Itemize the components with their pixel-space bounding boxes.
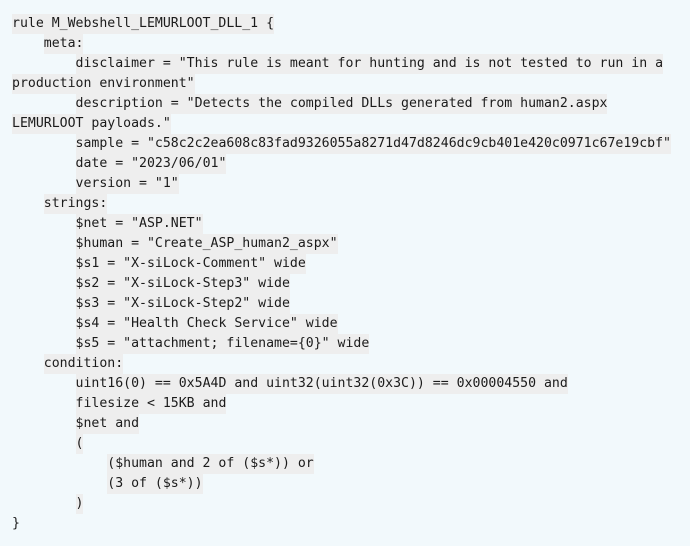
line-string-s4: $s4 = "Health Check Service" wide <box>0 314 690 334</box>
line-string-net: $net = "ASP.NET" <box>0 214 690 234</box>
line-condition-filesize: filesize < 15KB and <box>0 394 690 414</box>
line-condition-paren-close: ) <box>0 494 690 514</box>
line-string-s3: $s3 = "X-siLock-Step2" wide <box>0 294 690 314</box>
code-text: $s3 = "X-siLock-Step2" wide <box>75 294 290 314</box>
code-text: ( <box>75 434 84 454</box>
code-text: strings: <box>43 194 108 214</box>
code-text: ($human and 2 of ($s*)) or <box>107 454 314 474</box>
line-condition-magic: uint16(0) == 0x5A4D and uint32(uint32(0x… <box>0 374 690 394</box>
code-text: production environment" <box>12 74 195 94</box>
code-text: $s5 = "attachment; filename={0}" wide <box>75 334 370 354</box>
code-text: $s4 = "Health Check Service" wide <box>75 314 338 334</box>
line-meta-disclaimer-cont: production environment" <box>0 74 690 94</box>
code-text: $net and <box>75 414 140 434</box>
line-meta-description: description = "Detects the compiled DLLs… <box>0 94 690 114</box>
line-string-human: $human = "Create_ASP_human2_aspx" <box>0 234 690 254</box>
line-string-s5: $s5 = "attachment; filename={0}" wide <box>0 334 690 354</box>
code-text: $human = "Create_ASP_human2_aspx" <box>75 234 338 254</box>
code-text: date = "2023/06/01" <box>75 154 227 174</box>
line-meta-sample: sample = "c58c2c2ea608c83fad9326055a8271… <box>0 134 690 154</box>
yara-rule-code-block: rule M_Webshell_LEMURLOOT_DLL_1 { meta: … <box>0 0 690 546</box>
code-text: condition: <box>43 354 124 374</box>
line-condition-paren-open: ( <box>0 434 690 454</box>
code-text: sample = "c58c2c2ea608c83fad9326055a8271… <box>75 134 671 154</box>
code-text: version = "1" <box>75 174 179 194</box>
code-text: uint16(0) == 0x5A4D and uint32(uint32(0x… <box>75 374 568 394</box>
line-meta-disclaimer: disclaimer = "This rule is meant for hun… <box>0 54 690 74</box>
line-meta-label: meta: <box>0 34 690 54</box>
code-text: rule M_Webshell_LEMURLOOT_DLL_1 { <box>12 14 275 34</box>
code-text: } <box>12 516 20 531</box>
line-meta-date: date = "2023/06/01" <box>0 154 690 174</box>
code-text: meta: <box>43 34 84 54</box>
code-text: filesize < 15KB and <box>75 394 227 414</box>
line-condition-three-of: (3 of ($s*)) <box>0 474 690 494</box>
code-text: $s1 = "X-siLock-Comment" wide <box>75 254 306 274</box>
code-text: LEMURLOOT payloads." <box>12 114 171 134</box>
code-text: disclaimer = "This rule is meant for hun… <box>75 54 664 74</box>
line-meta-version: version = "1" <box>0 174 690 194</box>
code-text: (3 of ($s*)) <box>107 474 203 494</box>
line-string-s2: $s2 = "X-siLock-Step3" wide <box>0 274 690 294</box>
line-condition-human-or: ($human and 2 of ($s*)) or <box>0 454 690 474</box>
line-rule-open: rule M_Webshell_LEMURLOOT_DLL_1 { <box>0 14 690 34</box>
code-text: ) <box>75 494 84 514</box>
line-condition-label: condition: <box>0 354 690 374</box>
line-string-s1: $s1 = "X-siLock-Comment" wide <box>0 254 690 274</box>
line-meta-description-cont: LEMURLOOT payloads." <box>0 114 690 134</box>
line-condition-net: $net and <box>0 414 690 434</box>
code-text: $s2 = "X-siLock-Step3" wide <box>75 274 290 294</box>
code-text: description = "Detects the compiled DLLs… <box>75 94 608 114</box>
line-rule-close: } <box>0 514 690 534</box>
line-strings-label: strings: <box>0 194 690 214</box>
code-text: $net = "ASP.NET" <box>75 214 203 234</box>
